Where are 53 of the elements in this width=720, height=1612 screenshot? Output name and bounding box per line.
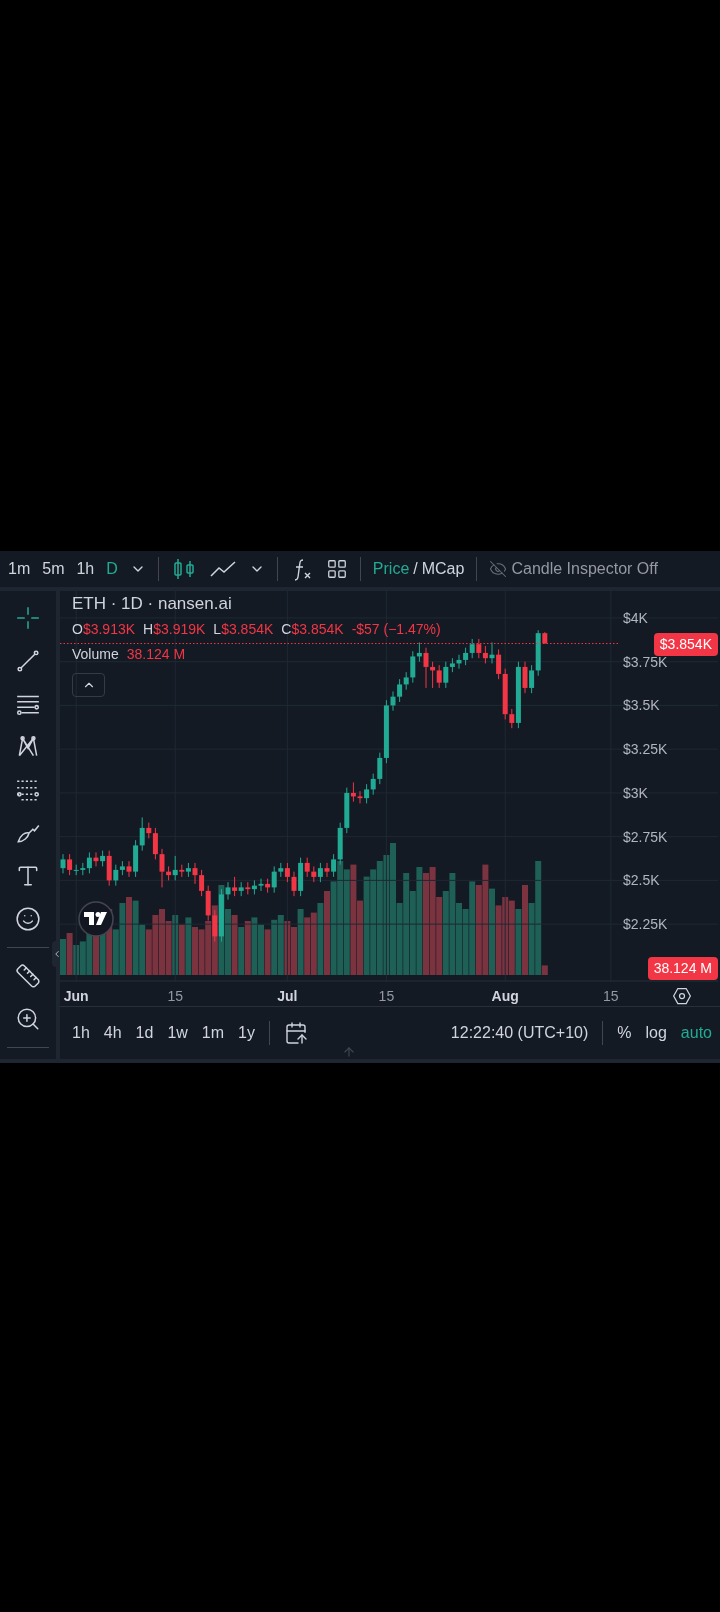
interval-tab[interactable]: 5m: [42, 557, 65, 581]
ohlc-value: L$3.854K: [213, 619, 274, 639]
candle-inspector-toggle[interactable]: Candle Inspector Off: [489, 557, 658, 581]
axis-label: $3.75K: [623, 653, 668, 670]
logo-icon: [78, 901, 114, 937]
ruler-icon[interactable]: [15, 963, 41, 989]
chevron-left-icon: [52, 949, 62, 959]
grid-icon[interactable]: [325, 558, 348, 580]
price-change: -$57 (−1.47%): [351, 619, 441, 639]
trend-line-icon[interactable]: [15, 648, 41, 674]
range-button[interactable]: 1d: [135, 1021, 154, 1045]
scale-option[interactable]: %: [617, 1021, 632, 1045]
interval-tab[interactable]: 1m: [8, 557, 31, 581]
axis-label: $3.25K: [623, 741, 668, 758]
mcap-toggle[interactable]: MCap: [421, 557, 465, 581]
volume-value: 38.124 M: [126, 644, 186, 664]
axis-label: Jul: [277, 988, 298, 1004]
range-button[interactable]: 1w: [167, 1021, 188, 1045]
smiley-icon[interactable]: [15, 906, 41, 932]
range-button[interactable]: 4h: [103, 1021, 122, 1045]
volume-label: Volume: [72, 644, 119, 664]
clock-text: 12:22:40 (UTC+10): [450, 1023, 589, 1043]
last-price-tag: $3.854K: [653, 633, 718, 656]
axis-label: 15: [603, 988, 619, 1004]
zoom-in-icon[interactable]: [15, 1006, 41, 1032]
axis-label: $3K: [623, 784, 648, 801]
ohlc-value: C$3.854K: [281, 619, 344, 639]
axis-label: $4K: [623, 609, 648, 626]
separator-text: /: [413, 559, 418, 579]
axis-label: $2.75K: [623, 828, 668, 845]
scale-option[interactable]: log: [645, 1021, 667, 1045]
volume-tag: 38.124 M: [647, 957, 718, 980]
chart-title: ETH · 1D · nansen.ai: [72, 593, 233, 615]
axis-label: $3.5K: [623, 697, 660, 714]
ohlc-value: H$3.919K: [143, 619, 206, 639]
range-button[interactable]: 1m: [201, 1021, 225, 1045]
range-button[interactable]: 1y: [238, 1021, 255, 1045]
eye-off-icon: [489, 560, 508, 578]
interval-tab[interactable]: 1h: [76, 557, 95, 581]
axis-label: Aug: [491, 988, 519, 1004]
range-button[interactable]: 1h: [72, 1021, 90, 1045]
scale-option[interactable]: auto: [680, 1021, 712, 1045]
calendar-icon[interactable]: [284, 1021, 308, 1045]
axis-label: $2.25K: [623, 916, 668, 933]
ohlc-value: O$3.913K: [72, 619, 136, 639]
axis-label: 15: [378, 988, 395, 1004]
crosshair-icon[interactable]: [15, 605, 41, 631]
axis-label: Jun: [63, 988, 89, 1004]
interval-tab[interactable]: D: [106, 557, 118, 581]
axis-label: $2.5K: [623, 872, 660, 889]
axis-label: 15: [167, 988, 183, 1004]
price-toggle[interactable]: Price: [372, 557, 410, 581]
settings-icon[interactable]: [672, 986, 692, 1006]
